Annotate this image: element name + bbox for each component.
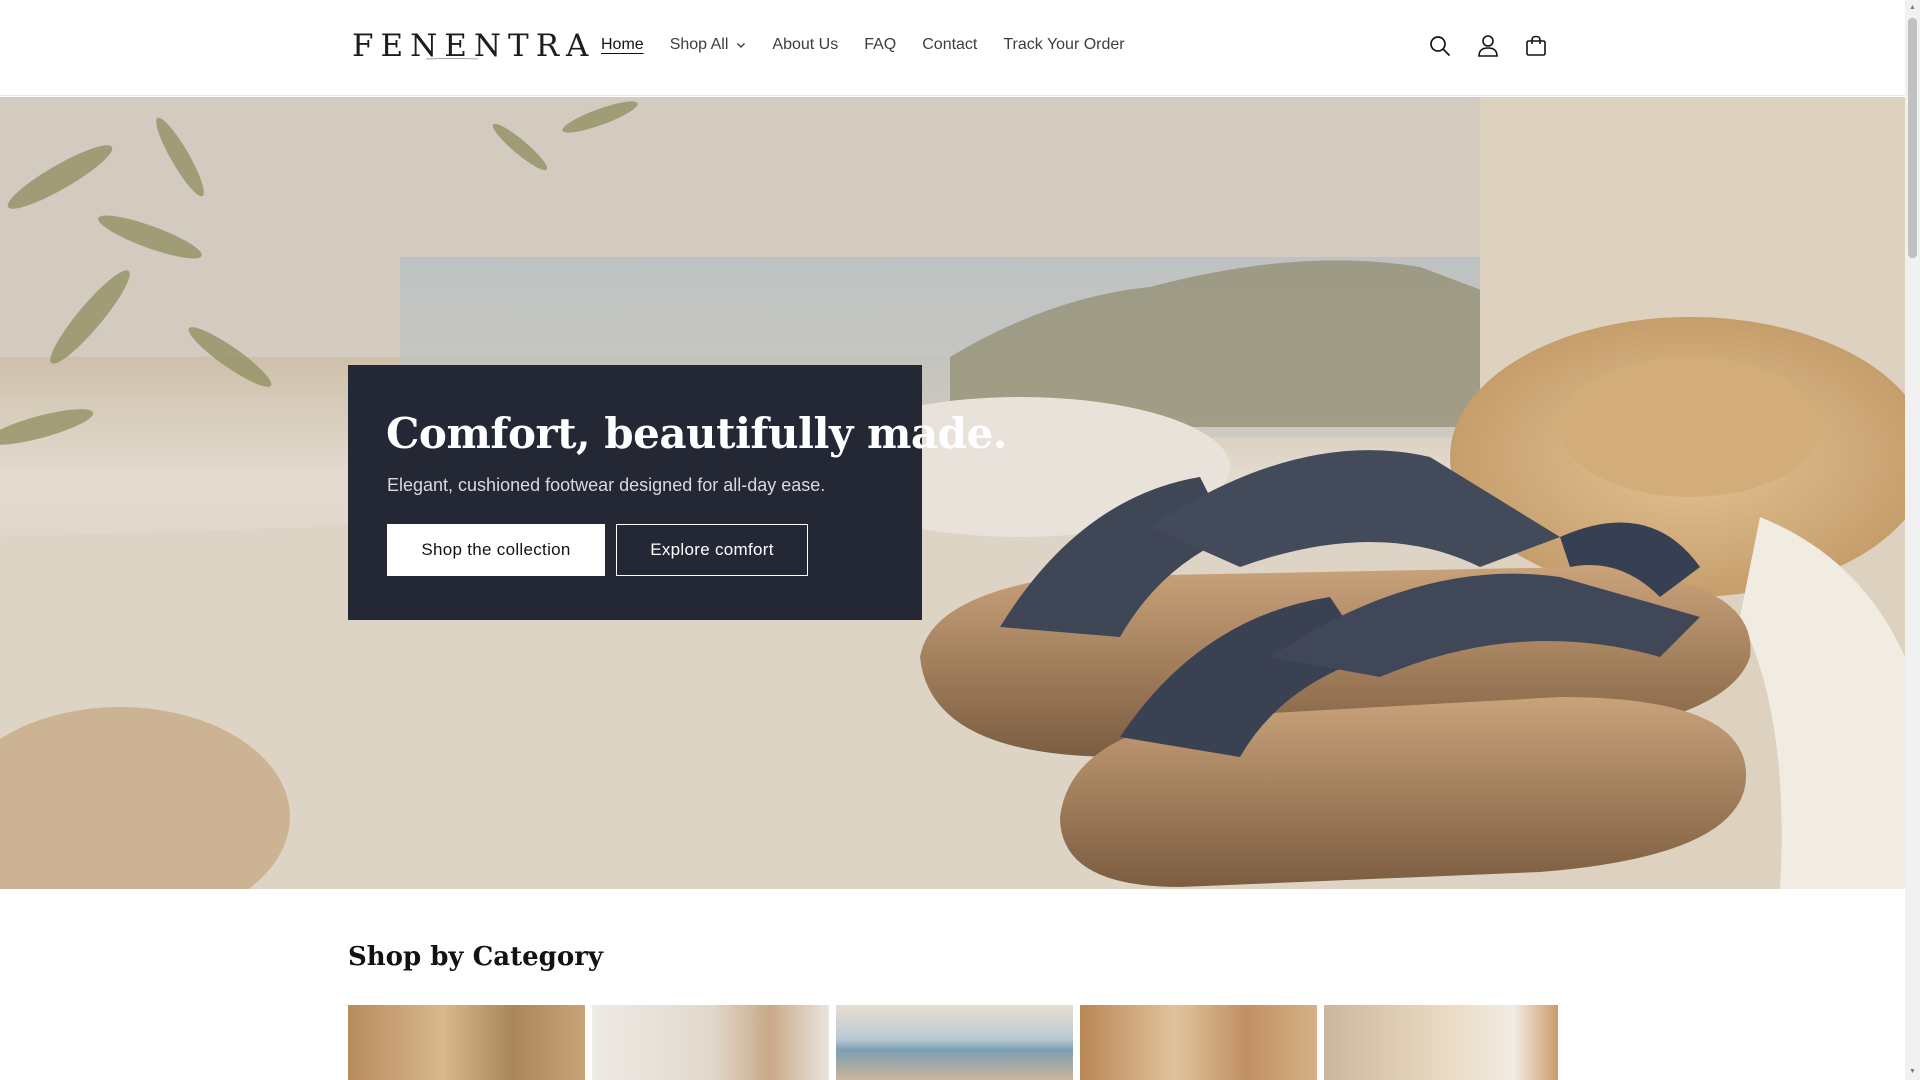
nav-item-contact[interactable]: Contact [922, 36, 977, 54]
explore-comfort-button[interactable]: Explore comfort [616, 524, 808, 576]
main-nav: Home Shop All About Us FAQ Contact Track… [601, 36, 1151, 54]
page-scrollbar[interactable]: ▲ ▼ [1905, 0, 1920, 1080]
nav-item-shop-all-label: Shop All [669, 36, 729, 53]
scrollbar-thumb[interactable] [1908, 18, 1917, 258]
nav-item-home[interactable]: Home [601, 36, 644, 54]
site-header: FENENTRA Home Shop All About Us FAQ Cont… [0, 0, 1905, 96]
category-card[interactable] [836, 1005, 1073, 1080]
category-grid [348, 1005, 1558, 1080]
scroll-down-icon[interactable]: ▼ [1908, 1067, 1917, 1077]
category-card[interactable] [1080, 1005, 1317, 1080]
search-icon[interactable] [1428, 33, 1452, 59]
hero-content-box: Comfort, beautifully made. Elegant, cush… [348, 365, 1007, 620]
cart-icon[interactable] [1524, 33, 1548, 59]
hero-image [0, 97, 1905, 889]
account-icon[interactable] [1476, 33, 1500, 59]
category-card[interactable] [1324, 1005, 1558, 1080]
nav-item-about-us[interactable]: About Us [772, 36, 838, 54]
scroll-up-icon[interactable]: ▲ [1908, 3, 1917, 13]
chevron-down-icon [737, 43, 746, 48]
nav-item-shop-all[interactable]: Shop All [670, 36, 747, 54]
header-icons [1428, 33, 1548, 59]
nav-item-faq[interactable]: FAQ [864, 36, 896, 54]
category-card[interactable] [592, 1005, 829, 1080]
shop-collection-button[interactable]: Shop the collection [387, 524, 605, 576]
brand-logo[interactable]: FENENTRA [352, 28, 595, 64]
hero-banner: Comfort, beautifully made. Elegant, cush… [0, 97, 1905, 889]
category-card[interactable] [348, 1005, 585, 1080]
hero-title: Comfort, beautifully made. [386, 409, 1007, 458]
hero-subtitle: Elegant, cushioned footwear designed for… [387, 475, 826, 495]
category-section-title: Shop by Category [348, 942, 604, 972]
logo-swash-icon [425, 58, 479, 60]
nav-item-track-order[interactable]: Track Your Order [1003, 36, 1124, 54]
